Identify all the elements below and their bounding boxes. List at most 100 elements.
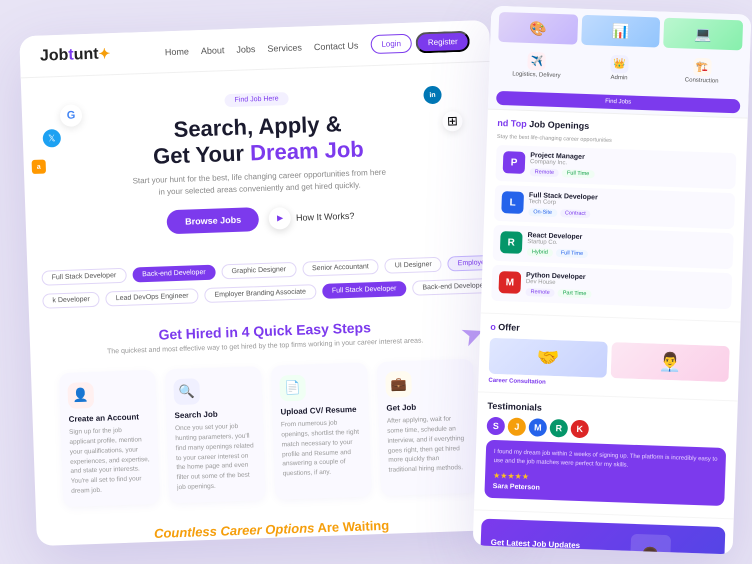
tag-item[interactable]: Senior Accountant bbox=[302, 259, 379, 277]
construction-icon: 🏗️ bbox=[693, 58, 712, 77]
cat-label: Admin bbox=[584, 74, 655, 82]
category-grid: ✈️ Logistics, Delivery 👑 Admin 🏗️ Constr… bbox=[497, 46, 742, 90]
job-card-3: R React Developer Startup Co. Hybrid Ful… bbox=[493, 225, 734, 269]
how-it-works-button[interactable]: ▶ How It Works? bbox=[269, 205, 355, 230]
amazon-icon: a bbox=[32, 160, 46, 174]
nav-contact[interactable]: Contact Us bbox=[314, 40, 359, 52]
testimonial-text: I found my dream job within 2 weeks of s… bbox=[493, 448, 717, 474]
job-tag: Full Time bbox=[562, 169, 595, 178]
job-logo-2: L bbox=[501, 191, 524, 214]
step-title-1: Create an Account bbox=[68, 412, 148, 424]
browse-jobs-button[interactable]: Browse Jobs bbox=[167, 207, 260, 234]
hero-buttons: Browse Jobs ▶ How It Works? bbox=[55, 200, 466, 238]
cat-logistics[interactable]: ✈️ Logistics, Delivery bbox=[497, 46, 577, 85]
design-img: 🎨 bbox=[498, 12, 578, 45]
tag-item-active[interactable]: Back-end Developer bbox=[132, 264, 216, 282]
step-icon-4: 💼 bbox=[385, 371, 412, 398]
offer-accent: o bbox=[490, 322, 496, 332]
job-info-1: Project Manager Company Inc. Remote Full… bbox=[530, 152, 730, 183]
steps-section: Get Hired in 4 Quick Easy Steps The quic… bbox=[29, 299, 506, 520]
title-accent: nd Top bbox=[497, 118, 527, 129]
offer-img-2: 👨‍💼 bbox=[611, 342, 730, 382]
step-title-4: Get Job bbox=[386, 401, 466, 413]
avatar-4: R bbox=[549, 419, 568, 438]
admin-icon: 👑 bbox=[610, 55, 629, 74]
hero-title: Search, Apply & Get Your Dream Job bbox=[52, 107, 464, 174]
step-desc-1: Sign up for the job applicant profile, m… bbox=[69, 425, 151, 496]
step-desc-3: From numerous job openings, shortlist th… bbox=[281, 418, 363, 479]
linkedin-icon: in bbox=[423, 86, 442, 105]
job-card-2: L Full Stack Developer Tech Corp On-Site… bbox=[494, 185, 735, 229]
job-info-4: Python Developer Dev House Remote Part T… bbox=[525, 272, 725, 303]
step-icon-1: 👤 bbox=[67, 382, 94, 409]
register-button[interactable]: Register bbox=[416, 31, 470, 54]
logistics-icon: ✈️ bbox=[528, 52, 547, 71]
step-desc-4: After applying, wait for some time, sche… bbox=[387, 414, 469, 475]
cat-construction[interactable]: 🏗️ Construction bbox=[662, 52, 742, 91]
offer-title: o Offer bbox=[490, 322, 730, 340]
find-jobs-button[interactable]: Find Jobs bbox=[496, 91, 740, 114]
right-card: 🎨 📊 💻 ✈️ Logistics, Delivery 👑 Admin 🏗️ … bbox=[473, 6, 752, 555]
avatar-5: K bbox=[570, 420, 589, 439]
steps-grid: 👤 Create an Account Sign up for the job … bbox=[51, 359, 485, 507]
hero-section: G 𝕏 in ⊞ a Find Job Here Search, Apply &… bbox=[21, 62, 497, 267]
sales-img: 📊 bbox=[581, 15, 661, 48]
tag-item-active[interactable]: Full Stack Developer bbox=[322, 281, 407, 299]
nav-about[interactable]: About bbox=[201, 45, 225, 56]
tag-item[interactable]: Employer Branding Associate bbox=[204, 284, 316, 303]
step-title-3: Upload CV/ Resume bbox=[280, 405, 360, 417]
newsletter-card: Get Latest Job Updates Subscribe to get … bbox=[479, 519, 725, 555]
avatars-row: S J M R K bbox=[487, 417, 727, 443]
job-tag: Contract bbox=[560, 209, 591, 218]
step-icon-3: 📄 bbox=[279, 375, 306, 402]
cat-label: Logistics, Delivery bbox=[501, 71, 572, 79]
right-top-section: 🎨 📊 💻 ✈️ Logistics, Delivery 👑 Admin 🏗️ … bbox=[488, 6, 751, 119]
top-images: 🎨 📊 💻 bbox=[498, 12, 743, 50]
offer-grid: 🤝 👨‍💼 bbox=[489, 338, 730, 382]
job-card-1: P Project Manager Company Inc. Remote Fu… bbox=[495, 145, 736, 189]
newsletter-person-image: 👨‍💼 bbox=[629, 534, 671, 555]
avatar-3: M bbox=[528, 418, 547, 437]
nav-home[interactable]: Home bbox=[165, 46, 189, 57]
tag-item[interactable]: k Developer bbox=[42, 291, 100, 308]
step-icon-2: 🔍 bbox=[173, 379, 200, 406]
job-tag: On-Site bbox=[528, 208, 557, 217]
hero-subtitle: Start your hunt for the best, life chang… bbox=[129, 166, 390, 199]
cta-accent: Countless Career Options bbox=[154, 520, 315, 541]
step-card-4: 💼 Get Job After applying, wait for some … bbox=[377, 359, 478, 496]
step-title-2: Search Job bbox=[174, 409, 254, 421]
avatar-1: S bbox=[487, 417, 506, 436]
logo: Jobtunt✦ bbox=[40, 45, 111, 65]
tag-item[interactable]: Graphic Designer bbox=[221, 262, 296, 280]
cat-label: Construction bbox=[666, 77, 737, 85]
job-tag: Full Time bbox=[556, 249, 589, 258]
offer-img-inner-2: 👨‍💼 bbox=[611, 342, 730, 382]
job-logo-1: P bbox=[503, 151, 526, 174]
job-tag: Remote bbox=[530, 168, 560, 177]
job-tag: Hybrid bbox=[527, 248, 553, 257]
testimonials-title: Testimonials bbox=[487, 401, 727, 419]
testimonial-card: I found my dream job within 2 weeks of s… bbox=[484, 440, 726, 506]
step-card-1: 👤 Create an Account Sign up for the job … bbox=[59, 370, 160, 507]
job-logo-4: M bbox=[498, 271, 521, 294]
nav-services[interactable]: Services bbox=[267, 42, 302, 53]
play-icon: ▶ bbox=[269, 207, 292, 230]
job-card-4: M Python Developer Dev House Remote Part… bbox=[491, 265, 732, 309]
tag-item[interactable]: Full Stack Developer bbox=[41, 268, 126, 286]
tag-item[interactable]: Lead DevOps Engineer bbox=[106, 288, 199, 306]
tag-item[interactable]: UI Designer bbox=[385, 257, 442, 274]
section-title-jobs: nd Top Job Openings bbox=[497, 118, 737, 136]
job-info-2: Full Stack Developer Tech Corp On-Site C… bbox=[528, 192, 728, 223]
step-card-2: 🔍 Search Job Once you set your job hunti… bbox=[165, 366, 266, 503]
job-info-3: React Developer Startup Co. Hybrid Full … bbox=[527, 232, 727, 263]
step-desc-2: Once you set your job hunting parameters… bbox=[175, 422, 257, 493]
offer-section: o Offer 🤝 👨‍💼 Career Consultation bbox=[478, 313, 741, 401]
nav-links: Home About Jobs Services Contact Us bbox=[165, 40, 359, 57]
find-job-btn-area: Find Jobs bbox=[496, 86, 741, 114]
login-button[interactable]: Login bbox=[370, 34, 412, 54]
cat-admin[interactable]: 👑 Admin bbox=[579, 49, 659, 88]
nav-jobs[interactable]: Jobs bbox=[236, 44, 255, 55]
hero-badge: Find Job Here bbox=[224, 92, 288, 107]
newsletter-title: Get Latest Job Updates bbox=[491, 538, 623, 552]
job-tag: Part Time bbox=[558, 289, 592, 298]
